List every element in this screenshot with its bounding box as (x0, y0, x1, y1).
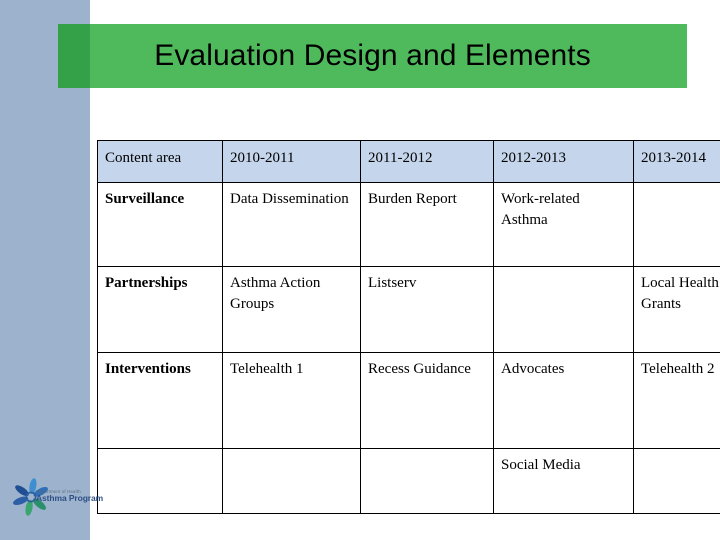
logo-wordmark: Department of Health Asthma Program (36, 489, 104, 516)
cell-partnerships-2012-2013 (493, 266, 634, 353)
row-label-blank (97, 448, 223, 514)
column-header-2012-2013: 2012-2013 (493, 140, 634, 183)
cell-interventions-2010-2011: Telehealth 1 (222, 352, 361, 449)
table-header-row: Content area 2010-2011 2011-2012 2012-20… (97, 140, 720, 183)
cell-partnerships-2011-2012: Listserv (360, 266, 494, 353)
cell-partnerships-2010-2011: Asthma Action Groups (222, 266, 361, 353)
column-header-2010-2011: 2010-2011 (222, 140, 361, 183)
evaluation-table: Content area 2010-2011 2011-2012 2012-20… (97, 140, 720, 514)
cell-blank-2011-2012 (360, 448, 494, 514)
cell-surveillance-2013-2014 (633, 182, 720, 267)
logo-program-line: Asthma Program (36, 493, 104, 504)
table-row: Partnerships Asthma Action Groups Listse… (97, 266, 720, 353)
cell-surveillance-2010-2011: Data Dissemination (222, 182, 361, 267)
table-row: Surveillance Data Dissemination Burden R… (97, 182, 720, 267)
row-label-interventions: Interventions (97, 352, 223, 449)
row-label-partnerships: Partnerships (97, 266, 223, 353)
table-row: Social Media (97, 448, 720, 514)
column-header-2013-2014: 2013-2014 (633, 140, 720, 183)
cell-partnerships-2013-2014: Local Health District Grants (633, 266, 720, 353)
row-label-surveillance: Surveillance (97, 182, 223, 267)
column-header-content-area: Content area (97, 140, 223, 183)
slide-canvas: Evaluation Design and Elements Content a… (0, 0, 720, 540)
cell-interventions-2011-2012: Recess Guidance (360, 352, 494, 449)
cell-surveillance-2012-2013: Work-related Asthma (493, 182, 634, 267)
cell-blank-2010-2011 (222, 448, 361, 514)
asthma-program-logo: Department of Health Asthma Program (8, 472, 104, 528)
cell-blank-2012-2013: Social Media (493, 448, 634, 514)
column-header-2011-2012: 2011-2012 (360, 140, 494, 183)
page-title: Evaluation Design and Elements (154, 39, 591, 72)
cell-interventions-2013-2014: Telehealth 2 (633, 352, 720, 449)
table-row: Interventions Telehealth 1 Recess Guidan… (97, 352, 720, 449)
cell-interventions-2012-2013: Advocates (493, 352, 634, 449)
cell-blank-2013-2014 (633, 448, 720, 514)
cell-surveillance-2011-2012: Burden Report (360, 182, 494, 267)
